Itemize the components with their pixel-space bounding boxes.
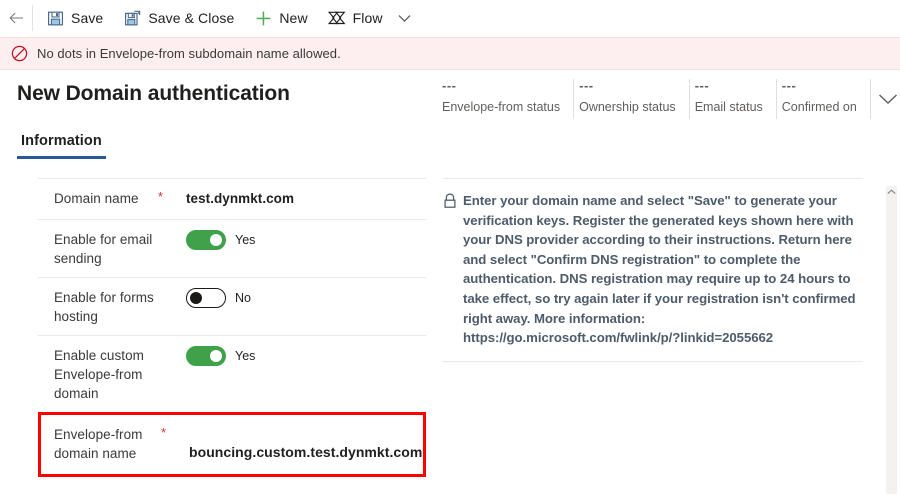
save-button[interactable]: Save [38, 2, 112, 35]
toggle-wrap: Yes [186, 230, 426, 250]
field-label: Enable for forms hosting [54, 290, 154, 324]
status-value: --- [442, 78, 457, 93]
toggle-wrap: No [186, 288, 426, 308]
status-label: Envelope-from status [442, 100, 561, 114]
chevron-down-icon [398, 14, 411, 22]
status-value: --- [694, 78, 710, 93]
back-button[interactable] [0, 0, 32, 37]
save-button-label: Save [71, 10, 104, 26]
vertical-scrollbar[interactable] [886, 186, 897, 494]
toggle-knob [190, 292, 202, 304]
flow-button[interactable]: Flow [320, 2, 392, 35]
page-title: New Domain authentication [17, 82, 290, 105]
status-value: --- [781, 78, 797, 93]
status-cell-confirmed-on[interactable]: --- Confirmed on [777, 79, 871, 119]
save-disk-icon [46, 9, 64, 27]
field-row-envelope-from-domain-name: Envelope-from domain name * bouncing.cus… [38, 412, 426, 477]
toggle-state-label: No [235, 291, 251, 305]
status-label: Confirmed on [781, 100, 857, 114]
field-row-enable-for-forms-hosting: Enable for forms hosting No [38, 277, 426, 335]
tab-information-label: Information [21, 133, 102, 149]
envelope-from-domain-name-input[interactable]: bouncing.custom.test.dynmkt.com [189, 443, 423, 463]
field-row-enable-custom-envelope-from-domain: Enable custom Envelope-from domain Yes [38, 335, 426, 412]
help-panel-text: Enter your domain name and select "Save"… [463, 193, 856, 346]
save-and-close-icon [123, 9, 141, 27]
lock-icon [443, 191, 463, 209]
block-prohibited-icon [10, 45, 28, 63]
chevron-up-icon [887, 188, 896, 194]
field-row-domain-name: Domain name * test.dynmkt.com [38, 178, 426, 219]
status-cell-email-status[interactable]: --- Email status [690, 79, 777, 119]
field-label: Enable for email sending [54, 232, 153, 266]
field-label: Domain name [54, 191, 139, 206]
toolbar-divider [32, 5, 33, 31]
toggle-state-label: Yes [235, 349, 256, 363]
expand-header-button[interactable] [871, 79, 900, 119]
help-column: Enter your domain name and select "Save"… [443, 178, 863, 362]
chevron-down-icon [878, 94, 897, 104]
toggle-knob [210, 350, 222, 362]
scroll-up-button[interactable] [886, 186, 897, 197]
record-header: New Domain authentication --- Envelope-f… [0, 70, 900, 127]
toggle-wrap: Yes [186, 346, 426, 366]
error-notification-message: No dots in Envelope-from subdomain name … [37, 46, 341, 61]
save-and-close-button[interactable]: Save & Close [115, 2, 243, 35]
field-column: Domain name * test.dynmkt.com Enable for… [38, 178, 426, 477]
status-cell-ownership-status[interactable]: --- Ownership status [574, 79, 690, 119]
new-button[interactable]: New [246, 2, 316, 35]
field-row-enable-for-email-sending: Enable for email sending Yes [38, 219, 426, 277]
plus-icon [254, 9, 272, 27]
app-root: Save Save & Close New Flow No dots in En… [0, 0, 900, 500]
status-value: --- [579, 78, 594, 93]
new-button-label: New [279, 10, 308, 26]
domain-name-input[interactable]: test.dynmkt.com [186, 189, 426, 208]
arrow-left-icon [9, 12, 23, 24]
flow-button-label: Flow [352, 10, 383, 26]
required-indicator: * [158, 189, 164, 204]
flow-dropdown-button[interactable] [394, 2, 416, 35]
command-bar: Save Save & Close New Flow [0, 0, 900, 37]
flow-icon [327, 9, 346, 27]
toggle-knob [210, 234, 222, 246]
field-label: Envelope-from domain name [54, 427, 143, 461]
help-panel: Enter your domain name and select "Save"… [443, 178, 863, 362]
toggle-state-label: Yes [235, 233, 256, 247]
enable-custom-envelope-from-domain-toggle[interactable] [186, 346, 226, 366]
tab-information[interactable]: Information [17, 133, 106, 159]
error-notification-bar: No dots in Envelope-from subdomain name … [0, 37, 900, 70]
status-summary-strip: --- Envelope-from status --- Ownership s… [437, 79, 900, 119]
status-label: Ownership status [579, 100, 676, 114]
enable-for-forms-hosting-toggle[interactable] [186, 288, 226, 308]
enable-for-email-sending-toggle[interactable] [186, 230, 226, 250]
required-indicator [158, 288, 186, 289]
save-and-close-button-label: Save & Close [148, 10, 235, 26]
required-indicator [158, 346, 186, 347]
field-label: Enable custom Envelope-from domain [54, 348, 144, 401]
status-cell-envelope-from-status[interactable]: --- Envelope-from status [437, 78, 575, 119]
required-indicator [158, 230, 186, 231]
tab-strip: Information [0, 133, 900, 168]
form-body: Domain name * test.dynmkt.com Enable for… [0, 178, 900, 500]
required-indicator: * [161, 425, 167, 440]
status-label: Email status [694, 100, 763, 114]
